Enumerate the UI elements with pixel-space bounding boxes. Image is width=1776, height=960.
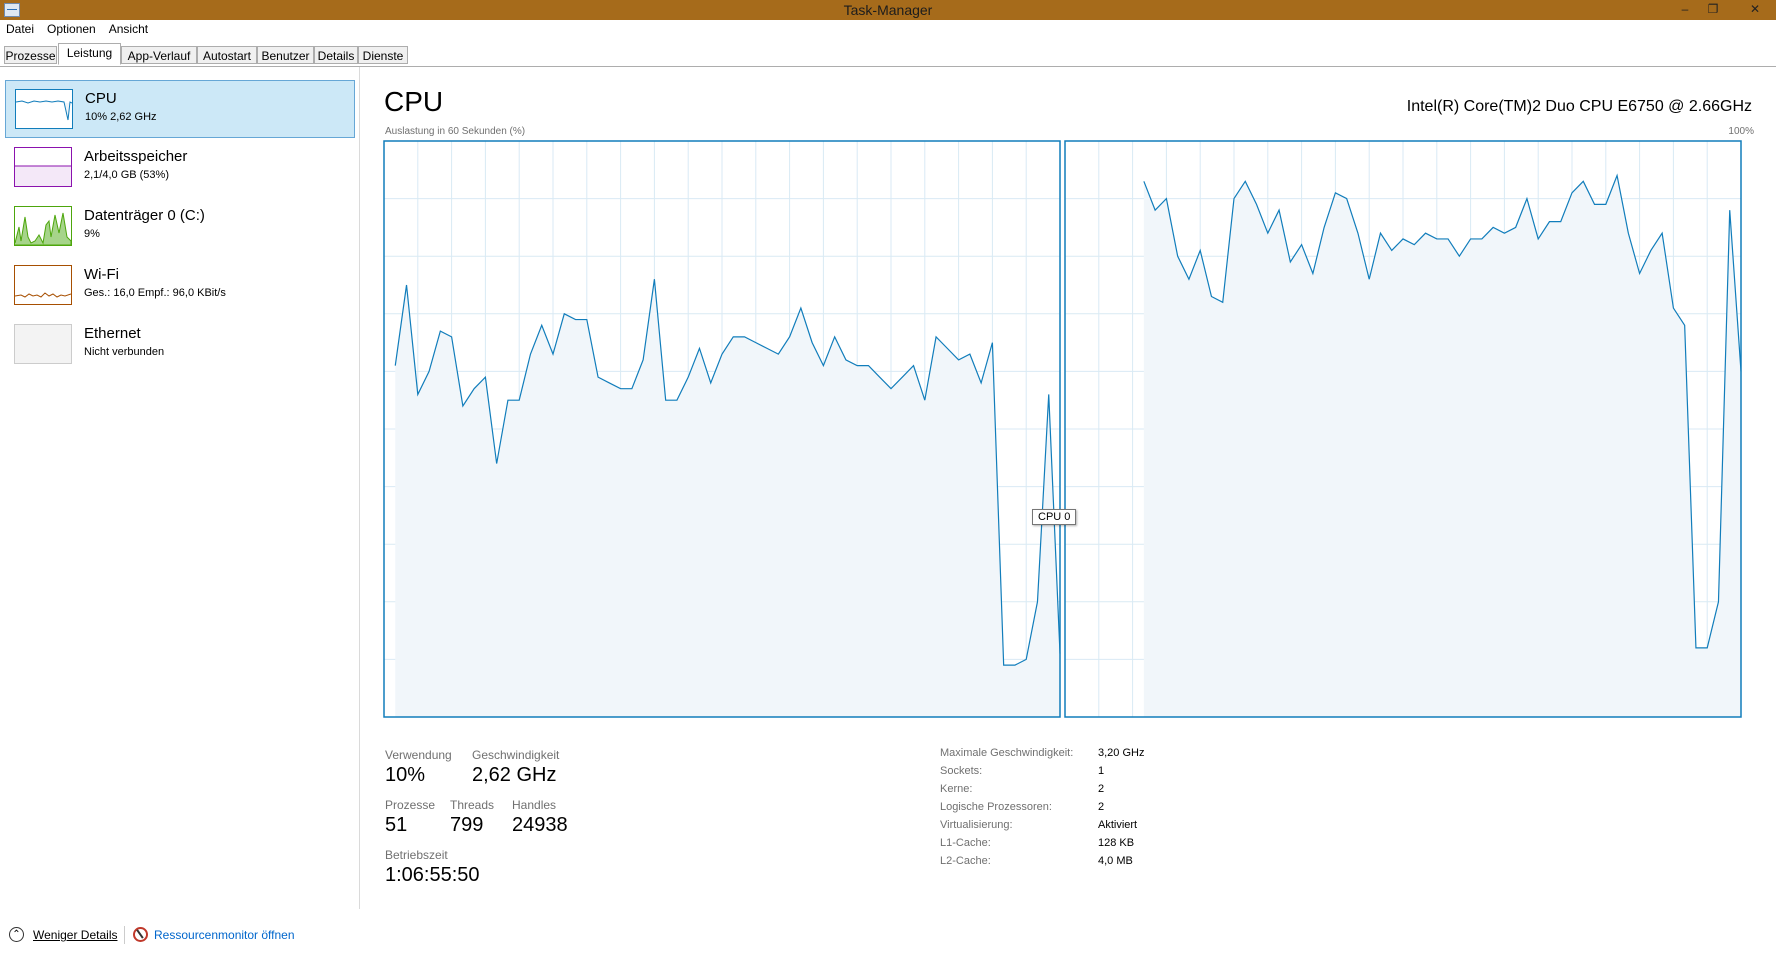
spec-l2-label: L2-Cache: xyxy=(940,855,991,867)
disk-thumbnail xyxy=(14,206,72,246)
cpu0-graph xyxy=(383,140,1061,718)
restore-button[interactable]: ❐ xyxy=(1700,1,1726,17)
cpu1-usage-area xyxy=(1143,175,1741,717)
resource-ethernet-sub: Nicht verbunden xyxy=(84,346,165,358)
window-title: Task-Manager xyxy=(843,2,933,18)
spec-max-speed-label: Maximale Geschwindigkeit: xyxy=(940,747,1074,759)
spec-l1-value: 128 KB xyxy=(1098,837,1135,849)
spec-max-speed-value: 3,20 GHz xyxy=(1098,747,1145,759)
menu-datei[interactable]: Datei xyxy=(0,20,41,36)
memory-thumbnail xyxy=(14,147,72,187)
cpu1-graph xyxy=(1064,140,1742,718)
resource-wifi-name: Wi-Fi xyxy=(84,266,119,283)
processes-label: Prozesse xyxy=(385,798,436,812)
wifi-thumbnail xyxy=(14,265,72,305)
resource-cpu-name: CPU xyxy=(85,90,117,107)
spec-l1-label: L1-Cache: xyxy=(940,837,991,849)
minimize-button[interactable]: – xyxy=(1672,1,1698,17)
tab-app-verlauf[interactable]: App-Verlauf xyxy=(121,46,197,64)
resource-cpu-sub: 10% 2,62 GHz xyxy=(85,111,157,123)
resource-disk-sub: 9% xyxy=(84,228,100,240)
resource-memory[interactable]: Arbeitsspeicher 2,1/4,0 GB (53%) xyxy=(5,139,355,197)
resource-memory-sub: 2,1/4,0 GB (53%) xyxy=(84,169,169,181)
footer: ⌃ Weniger Details Ressourcenmonitor öffn… xyxy=(0,912,1776,960)
spec-virtualization-label: Virtualisierung: xyxy=(940,819,1013,831)
chevron-up-icon[interactable]: ⌃ xyxy=(9,927,24,942)
spec-cores-value: 2 xyxy=(1098,783,1105,795)
menu-optionen[interactable]: Optionen xyxy=(41,20,103,36)
cpu-graphs xyxy=(383,140,1742,718)
speed-value: 2,62 GHz xyxy=(472,764,557,786)
open-resource-monitor-link[interactable]: Ressourcenmonitor öffnen xyxy=(154,928,295,942)
resource-ethernet-name: Ethernet xyxy=(84,325,141,342)
footer-divider xyxy=(124,926,125,944)
tab-autostart[interactable]: Autostart xyxy=(197,46,257,64)
title-bar: Task-Manager – ❐ ✕ xyxy=(0,0,1776,20)
handles-label: Handles xyxy=(512,798,557,812)
resource-wifi-sub: Ges.: 16,0 Empf.: 96,0 KBit/s xyxy=(84,287,226,299)
spec-sockets-value: 1 xyxy=(1098,765,1105,777)
resource-cpu[interactable]: CPU 10% 2,62 GHz xyxy=(5,80,355,138)
threads-label: Threads xyxy=(450,798,495,812)
close-button[interactable]: ✕ xyxy=(1742,1,1768,17)
tab-benutzer[interactable]: Benutzer xyxy=(257,46,314,64)
resource-wifi[interactable]: Wi-Fi Ges.: 16,0 Empf.: 96,0 KBit/s xyxy=(5,257,355,315)
graph-tooltip: CPU 0 xyxy=(1032,509,1077,525)
cpu-panel: CPU Intel(R) Core(TM)2 Duo CPU E6750 @ 2… xyxy=(360,67,1776,909)
tab-dienste[interactable]: Dienste xyxy=(358,46,408,64)
spec-cores-label: Kerne: xyxy=(940,783,973,795)
cpu-thumbnail xyxy=(15,89,73,129)
resource-ethernet[interactable]: Ethernet Nicht verbunden xyxy=(5,316,355,374)
processes-value: 51 xyxy=(385,814,408,836)
threads-value: 799 xyxy=(450,814,484,836)
menu-bar: Datei Optionen Ansicht xyxy=(0,20,1776,39)
spec-l2-value: 4,0 MB xyxy=(1098,855,1133,867)
fewer-details-link[interactable]: Weniger Details xyxy=(33,928,117,942)
spec-virtualization-value: Aktiviert xyxy=(1098,819,1138,831)
menu-ansicht[interactable]: Ansicht xyxy=(103,20,155,36)
resource-disk[interactable]: Datenträger 0 (C:) 9% xyxy=(5,198,355,256)
tab-leistung[interactable]: Leistung xyxy=(58,43,121,65)
usage-label: Verwendung xyxy=(385,748,452,762)
spec-sockets-label: Sockets: xyxy=(940,765,983,777)
speed-label: Geschwindigkeit xyxy=(472,748,560,762)
resource-memory-name: Arbeitsspeicher xyxy=(84,148,188,165)
resource-list: CPU 10% 2,62 GHz Arbeitsspeicher 2,1/4,0… xyxy=(0,67,360,909)
spec-logical-value: 2 xyxy=(1098,801,1105,813)
resource-monitor-icon[interactable] xyxy=(133,927,148,942)
spec-logical-label: Logische Prozessoren: xyxy=(940,801,1052,813)
resource-disk-name: Datenträger 0 (C:) xyxy=(84,207,205,224)
uptime-label: Betriebszeit xyxy=(385,848,448,862)
tab-prozesse[interactable]: Prozesse xyxy=(4,46,57,64)
usage-value: 10% xyxy=(385,764,426,786)
tab-details[interactable]: Details xyxy=(314,46,358,64)
uptime-value: 1:06:55:50 xyxy=(385,864,480,886)
handles-value: 24938 xyxy=(512,814,568,836)
ethernet-thumbnail xyxy=(14,324,72,364)
